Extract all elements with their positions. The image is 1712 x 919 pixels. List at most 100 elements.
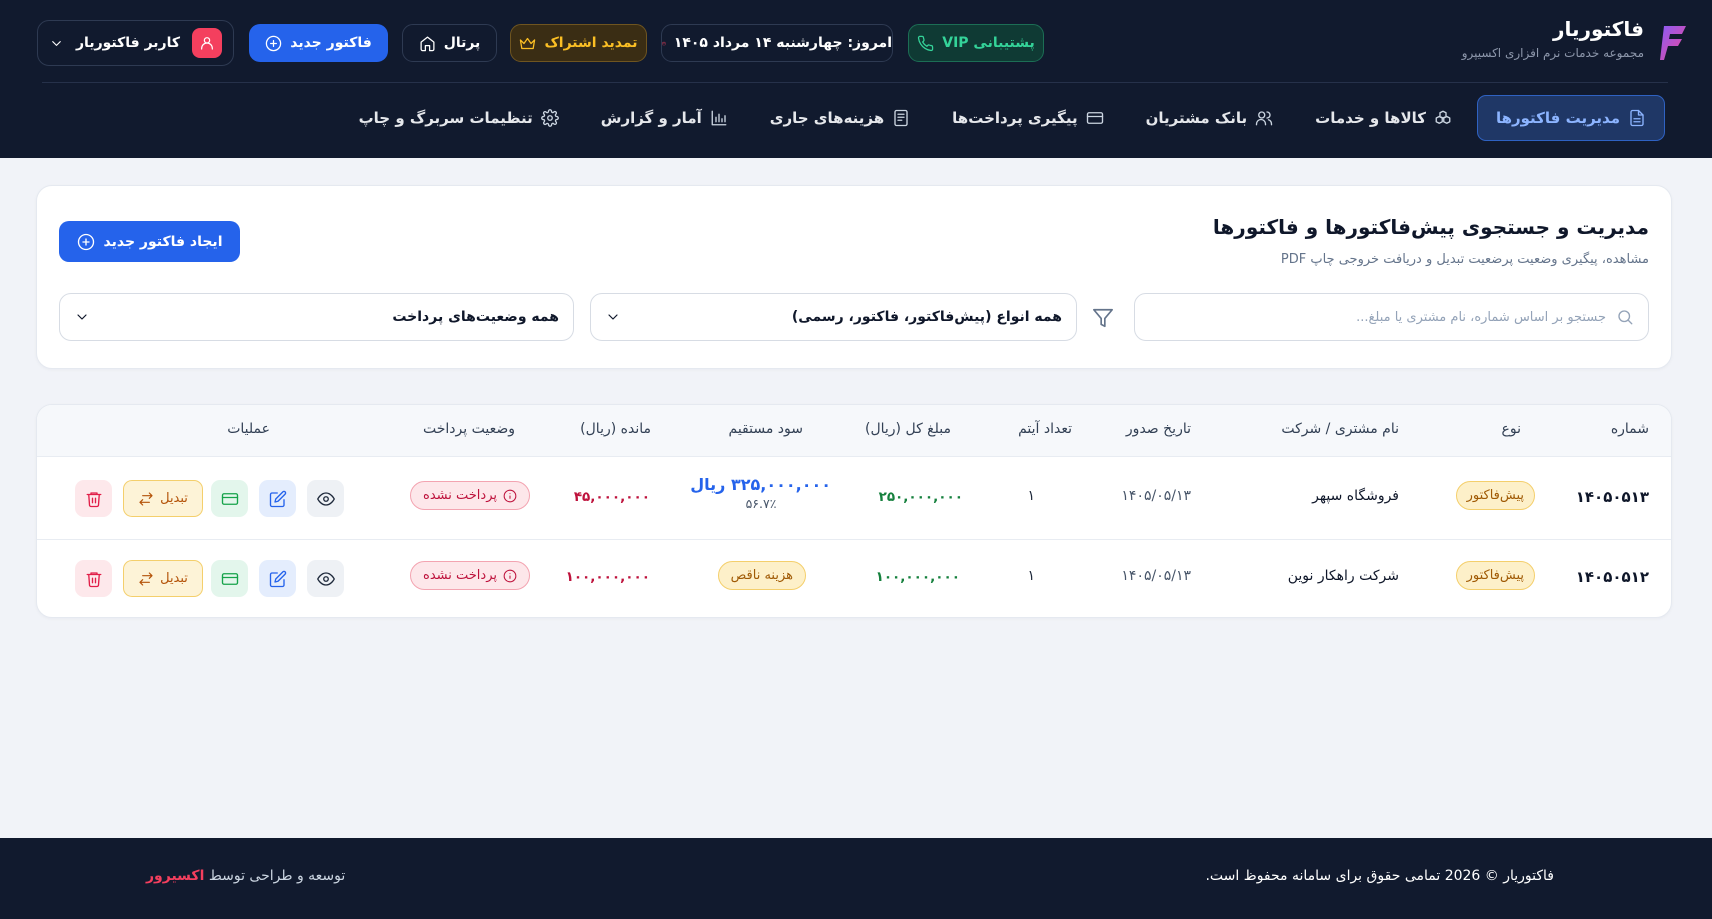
plus-circle-icon (77, 233, 94, 250)
main-nav: مدیریت فاکتورها کالاها و خدمات بانک مشتر… (338, 95, 1665, 141)
invoice-number: ۱۴۰۵۰۵۱۳ (1575, 488, 1649, 506)
payment-status-badge: پرداخت نشده (410, 481, 530, 510)
search-icon (1618, 310, 1633, 325)
vip-support-label: پشتیبانی VIP (942, 35, 1035, 51)
new-invoice-label: فاکتور جدید (290, 35, 372, 51)
profit-cell: ۳۲۵,۰۰۰,۰۰۰ ریال ۵۶.۷٪ (690, 475, 831, 511)
edit-button[interactable] (259, 560, 296, 597)
type-badge: پیش‌فاکتور (1455, 481, 1535, 510)
issue-date: ۱۴۰۵/۰۵/۱۳ (1121, 488, 1191, 504)
view-button[interactable] (307, 560, 344, 597)
app-footer: فاکتوریار © 2026 تمامی حقوق برای سامانه … (0, 838, 1712, 919)
info-icon (503, 569, 517, 582)
receipt-icon (894, 109, 908, 127)
payment-button[interactable] (211, 480, 248, 517)
copyright-text: فاکتوریار © 2026 تمامی حقوق برای سامانه … (1205, 868, 1554, 884)
filter-card: مدیریت و جستجوی پیش‌فاکتورها و فاکتورها … (36, 185, 1672, 369)
today-date: امروز: چهارشنبه ۱۴ مرداد ۱۴۰۵ (661, 24, 893, 62)
payment-status-select[interactable]: همه وضعیت‌های پرداخت (59, 293, 574, 341)
payment-status-label: پرداخت نشده (423, 568, 497, 583)
edit-button[interactable] (259, 480, 296, 517)
trash-icon (86, 491, 101, 507)
invoice-number: ۱۴۰۵۰۵۱۲ (1575, 568, 1649, 586)
gear-icon (540, 109, 559, 127)
info-icon (503, 489, 517, 502)
search-input[interactable]: جستجو بر اساس شماره، نام مشتری یا مبلغ..… (1134, 293, 1649, 341)
card-icon (221, 492, 238, 505)
nav-products-label: کالاها و خدمات (1315, 109, 1426, 127)
type-badge: پیش‌فاکتور (1455, 561, 1535, 590)
nav-invoices-label: مدیریت فاکتورها (1495, 109, 1620, 127)
remaining-amount: ۴۵,۰۰۰,۰۰۰ (573, 489, 650, 505)
nav-settings-label: تنظیمات سربرگ و چاپ (358, 109, 533, 127)
payment-status-label: پرداخت نشده (423, 488, 497, 503)
developer-link[interactable]: اکسیرور (146, 868, 204, 884)
avatar (192, 28, 222, 58)
convert-button[interactable]: تبدیل (123, 480, 203, 517)
nav-products[interactable]: کالاها و خدمات (1294, 95, 1473, 141)
total-amount: ۱۰۰,۰۰۰,۰۰۰ (875, 569, 960, 585)
col-customer: نام مشتری / شرکت (1281, 421, 1399, 437)
type-select-value: همه انواع (پیش‌فاکتور، فاکتور، رسمی) (791, 309, 1062, 325)
table-row[interactable]: ۱۴۰۵۰۵۱۳ پیش‌فاکتور فروشگاه سپهر ۱۴۰۵/۰۵… (37, 458, 1671, 540)
col-actions: عملیات (227, 421, 270, 437)
renew-subscription-button[interactable]: تمدید اشتراک (510, 24, 647, 62)
type-select[interactable]: همه انواع (پیش‌فاکتور، فاکتور، رسمی) (590, 293, 1077, 341)
portal-button[interactable]: پرتال (402, 24, 497, 62)
filter-icon (1092, 307, 1114, 329)
payment-status-select-value: همه وضعیت‌های پرداخت (392, 309, 559, 325)
payment-status-badge: پرداخت نشده (410, 561, 530, 590)
total-amount: ۲۵۰,۰۰۰,۰۰۰ (878, 489, 963, 505)
swap-icon (139, 491, 153, 506)
nav-reports[interactable]: آمار و گزارش (580, 95, 749, 141)
edit-icon (269, 570, 286, 587)
col-number: شماره (1610, 421, 1649, 437)
col-type: نوع (1501, 421, 1521, 437)
edit-icon (269, 490, 286, 507)
col-total: مبلغ کل (ریال) (865, 421, 951, 437)
users-icon (1255, 111, 1273, 126)
item-count: ۱ (1027, 568, 1035, 584)
portal-label: پرتال (443, 35, 481, 51)
chevron-down-icon (608, 314, 618, 320)
user-menu[interactable]: کاربر فاکتوریار (37, 20, 234, 66)
convert-button[interactable]: تبدیل (123, 560, 203, 597)
document-icon (1630, 109, 1644, 127)
customer-name: فروشگاه سپهر (1312, 488, 1399, 504)
nav-customers[interactable]: بانک مشتریان (1125, 95, 1295, 141)
user-name: کاربر فاکتوریار (76, 35, 180, 51)
eye-icon (316, 491, 335, 506)
profit-amount: ۳۲۵,۰۰۰,۰۰۰ ریال (690, 475, 831, 494)
trash-icon (86, 571, 101, 587)
app-logo-icon (1660, 26, 1686, 60)
search-placeholder: جستجو بر اساس شماره، نام مشتری یا مبلغ..… (1356, 309, 1606, 325)
brand: فاکتوریار مجموعه خدمات نرم افزاری اکسیپر… (1462, 16, 1644, 60)
col-items: تعداد آیتم (1018, 421, 1072, 437)
view-button[interactable] (307, 480, 344, 517)
nav-invoices[interactable]: مدیریت فاکتورها (1476, 95, 1665, 141)
nav-settings[interactable]: تنظیمات سربرگ و چاپ (338, 95, 580, 141)
vip-support-button[interactable]: پشتیبانی VIP (908, 24, 1044, 62)
delete-button[interactable] (75, 560, 112, 597)
crown-icon (520, 37, 536, 49)
new-invoice-button[interactable]: فاکتور جدید (249, 24, 388, 62)
col-profit: سود مستقیم (728, 421, 803, 437)
card-icon (221, 572, 238, 585)
header-divider (42, 82, 1668, 83)
swap-icon (139, 571, 153, 586)
nav-expenses[interactable]: هزینه‌های جاری (749, 95, 931, 141)
page-title: مدیریت و جستجوی پیش‌فاکتورها و فاکتورها (1212, 215, 1649, 239)
payment-button[interactable] (211, 560, 248, 597)
boxes-icon (1435, 110, 1451, 124)
nav-payments[interactable]: پیگیری پرداخت‌ها (931, 95, 1124, 141)
create-invoice-label: ایجاد فاکتور جدید (103, 233, 223, 250)
customer-name: شرکت راهکار نوین (1287, 568, 1399, 584)
card-icon (1086, 112, 1103, 124)
chevron-down-icon (77, 314, 87, 320)
delete-button[interactable] (75, 480, 112, 517)
table-row[interactable]: ۱۴۰۵۰۵۱۲ پیش‌فاکتور شرکت راهکار نوین ۱۴۰… (37, 541, 1671, 617)
bar-chart-icon (711, 110, 727, 126)
brand-subtitle: مجموعه خدمات نرم افزاری اکسیپرو (1461, 46, 1644, 60)
nav-expenses-label: هزینه‌های جاری (769, 109, 885, 127)
create-invoice-button[interactable]: ایجاد فاکتور جدید (59, 221, 240, 262)
